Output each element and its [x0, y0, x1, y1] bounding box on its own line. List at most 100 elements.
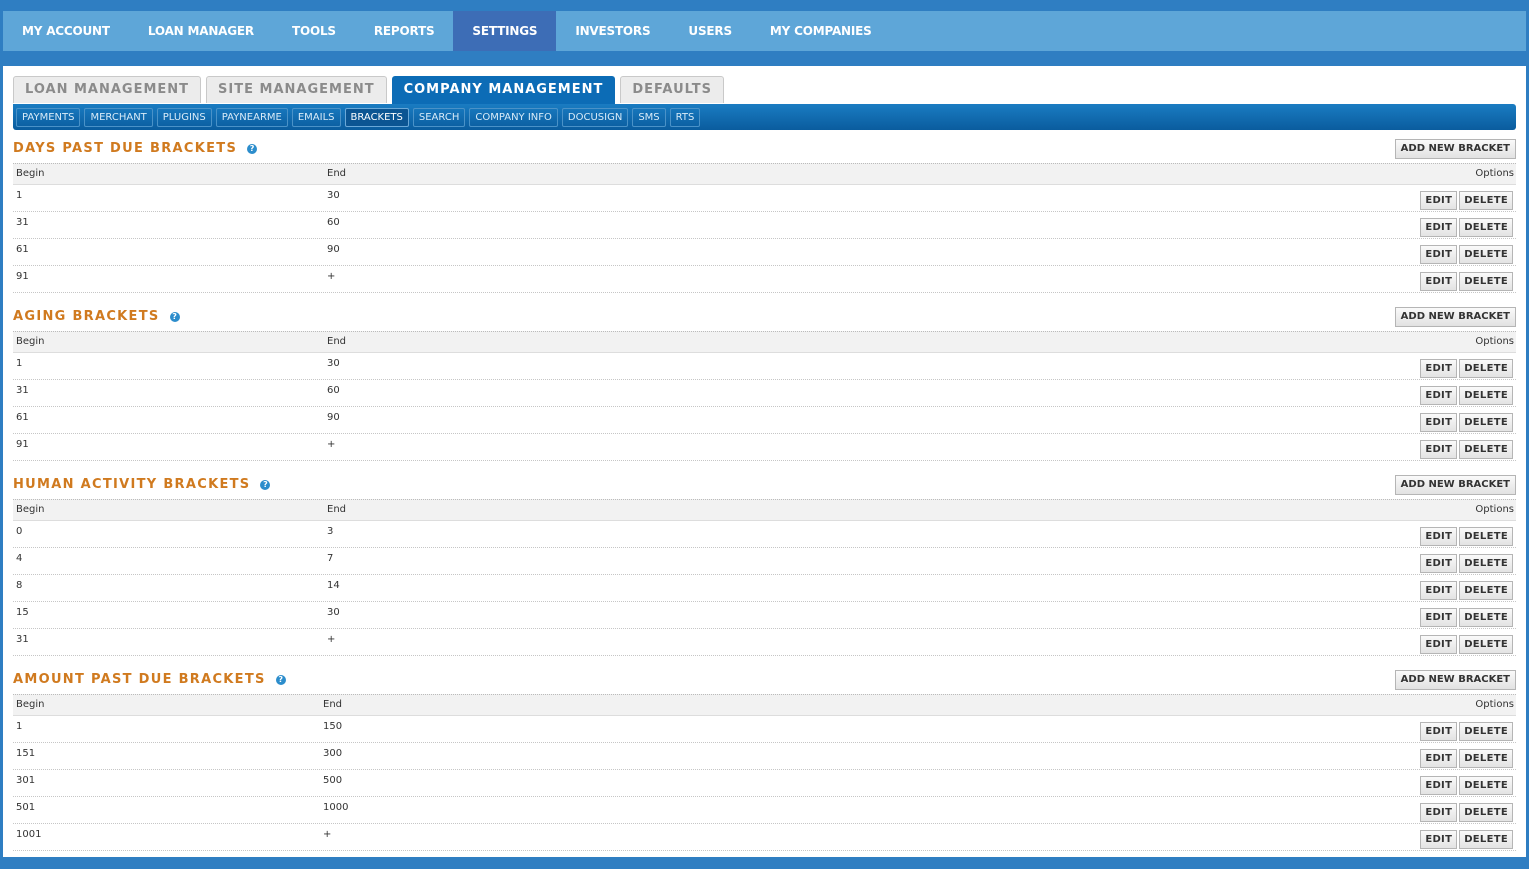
edit-button[interactable]: EDIT — [1420, 272, 1458, 291]
subtab-docusign[interactable]: DOCUSIGN — [561, 107, 629, 127]
section-header: DAYS PAST DUE BRACKETS? ADD NEW BRACKET — [13, 139, 1516, 163]
cell-begin: 61 — [16, 244, 29, 255]
edit-button[interactable]: EDIT — [1420, 608, 1458, 627]
cell-end: 150 — [323, 721, 343, 732]
nav-reports[interactable]: REPORTS — [355, 11, 454, 51]
nav-investors[interactable]: INVESTORS — [556, 11, 669, 51]
delete-button[interactable]: DELETE — [1459, 554, 1513, 573]
table-row: 61 90 EDIT DELETE — [13, 407, 1516, 434]
subtab-merchant[interactable]: MERCHANT — [84, 107, 153, 127]
table-row: 31 + EDIT DELETE — [13, 629, 1516, 656]
edit-button[interactable]: EDIT — [1420, 413, 1458, 432]
table-row: 31 60 EDIT DELETE — [13, 380, 1516, 407]
edit-button[interactable]: EDIT — [1420, 245, 1458, 264]
delete-button[interactable]: DELETE — [1459, 386, 1513, 405]
row-options: EDIT DELETE — [1418, 245, 1513, 264]
row-options: EDIT DELETE — [1418, 272, 1513, 291]
delete-button[interactable]: DELETE — [1459, 635, 1513, 654]
subtab-emails[interactable]: EMAILS — [291, 107, 341, 127]
subtab-company-info[interactable]: COMPANY INFO — [469, 107, 558, 127]
delete-button[interactable]: DELETE — [1459, 413, 1513, 432]
cell-end: 3 — [327, 526, 334, 537]
edit-button[interactable]: EDIT — [1420, 803, 1458, 822]
table-row: 1 150 EDIT DELETE — [13, 716, 1516, 743]
cell-begin: 4 — [16, 553, 23, 564]
delete-button[interactable]: DELETE — [1459, 749, 1513, 768]
table-header: Begin End Options — [13, 499, 1516, 521]
help-icon[interactable]: ? — [247, 144, 258, 154]
edit-button[interactable]: EDIT — [1420, 830, 1458, 849]
edit-button[interactable]: EDIT — [1420, 776, 1458, 795]
add-new-bracket-button[interactable]: ADD NEW BRACKET — [1394, 670, 1516, 690]
delete-button[interactable]: DELETE — [1459, 803, 1513, 822]
delete-button[interactable]: DELETE — [1459, 191, 1513, 210]
nav-tools[interactable]: TOOLS — [273, 11, 355, 51]
delete-button[interactable]: DELETE — [1459, 245, 1513, 264]
edit-button[interactable]: EDIT — [1420, 440, 1458, 459]
subtab-plugins[interactable]: PLUGINS — [156, 107, 212, 127]
row-options: EDIT DELETE — [1418, 581, 1513, 600]
subtab-paynearme[interactable]: PAYNEARME — [215, 107, 288, 127]
header-begin: Begin — [16, 504, 45, 515]
subtab-sms[interactable]: SMS — [632, 107, 666, 127]
nav-loan-manager[interactable]: LOAN MANAGER — [129, 11, 273, 51]
delete-button[interactable]: DELETE — [1459, 830, 1513, 849]
tab-company-management[interactable]: COMPANY MANAGEMENT — [391, 76, 616, 105]
subtab-search[interactable]: SEARCH — [412, 107, 466, 127]
header-end: End — [327, 336, 347, 347]
row-options: EDIT DELETE — [1418, 359, 1513, 378]
edit-button[interactable]: EDIT — [1420, 635, 1458, 654]
tab-site-management[interactable]: SITE MANAGEMENT — [206, 76, 387, 103]
help-icon[interactable]: ? — [275, 675, 286, 685]
section-title: AGING BRACKETS? — [13, 309, 180, 324]
nav-users[interactable]: USERS — [669, 11, 750, 51]
edit-button[interactable]: EDIT — [1420, 191, 1458, 210]
cell-end: + — [327, 271, 336, 282]
edit-button[interactable]: EDIT — [1420, 722, 1458, 741]
delete-button[interactable]: DELETE — [1459, 527, 1513, 546]
help-icon[interactable]: ? — [260, 480, 271, 490]
header-options: Options — [1475, 504, 1514, 515]
table-row: 15 30 EDIT DELETE — [13, 602, 1516, 629]
cell-begin: 1 — [16, 190, 23, 201]
subtab-brackets[interactable]: BRACKETS — [344, 107, 409, 127]
header-options: Options — [1475, 168, 1514, 179]
table-row: 61 90 EDIT DELETE — [13, 239, 1516, 266]
nav-my-companies[interactable]: MY COMPANIES — [751, 11, 891, 51]
table-row: 301 500 EDIT DELETE — [13, 770, 1516, 797]
cell-begin: 15 — [16, 607, 29, 618]
tab-defaults[interactable]: DEFAULTS — [620, 76, 725, 103]
add-new-bracket-button[interactable]: ADD NEW BRACKET — [1394, 475, 1516, 495]
edit-button[interactable]: EDIT — [1420, 749, 1458, 768]
delete-button[interactable]: DELETE — [1459, 581, 1513, 600]
tab-loan-management[interactable]: LOAN MANAGEMENT — [13, 76, 202, 103]
edit-button[interactable]: EDIT — [1420, 218, 1458, 237]
help-icon[interactable]: ? — [169, 312, 180, 322]
bracket-section-human-activity-brackets: HUMAN ACTIVITY BRACKETS? ADD NEW BRACKET B… — [13, 475, 1516, 656]
cell-begin: 1 — [16, 721, 23, 732]
delete-button[interactable]: DELETE — [1459, 218, 1513, 237]
edit-button[interactable]: EDIT — [1420, 527, 1458, 546]
nav-my-account[interactable]: MY ACCOUNT — [3, 11, 129, 51]
cell-begin: 91 — [16, 271, 29, 282]
cell-begin: 31 — [16, 217, 29, 228]
add-new-bracket-button[interactable]: ADD NEW BRACKET — [1394, 307, 1516, 327]
delete-button[interactable]: DELETE — [1459, 776, 1513, 795]
delete-button[interactable]: DELETE — [1459, 359, 1513, 378]
subtab-rts[interactable]: RTS — [669, 107, 701, 127]
delete-button[interactable]: DELETE — [1459, 608, 1513, 627]
nav-settings[interactable]: SETTINGS — [453, 11, 557, 51]
cell-end: 500 — [323, 775, 343, 786]
edit-button[interactable]: EDIT — [1420, 386, 1458, 405]
cell-end: 300 — [323, 748, 343, 759]
delete-button[interactable]: DELETE — [1459, 272, 1513, 291]
table-row: 501 1000 EDIT DELETE — [13, 797, 1516, 824]
subtab-payments[interactable]: PAYMENTS — [16, 107, 81, 127]
edit-button[interactable]: EDIT — [1420, 554, 1458, 573]
section-header: AMOUNT PAST DUE BRACKETS? ADD NEW BRACKET — [13, 670, 1516, 694]
delete-button[interactable]: DELETE — [1459, 440, 1513, 459]
edit-button[interactable]: EDIT — [1420, 359, 1458, 378]
edit-button[interactable]: EDIT — [1420, 581, 1458, 600]
delete-button[interactable]: DELETE — [1459, 722, 1513, 741]
add-new-bracket-button[interactable]: ADD NEW BRACKET — [1394, 139, 1516, 159]
